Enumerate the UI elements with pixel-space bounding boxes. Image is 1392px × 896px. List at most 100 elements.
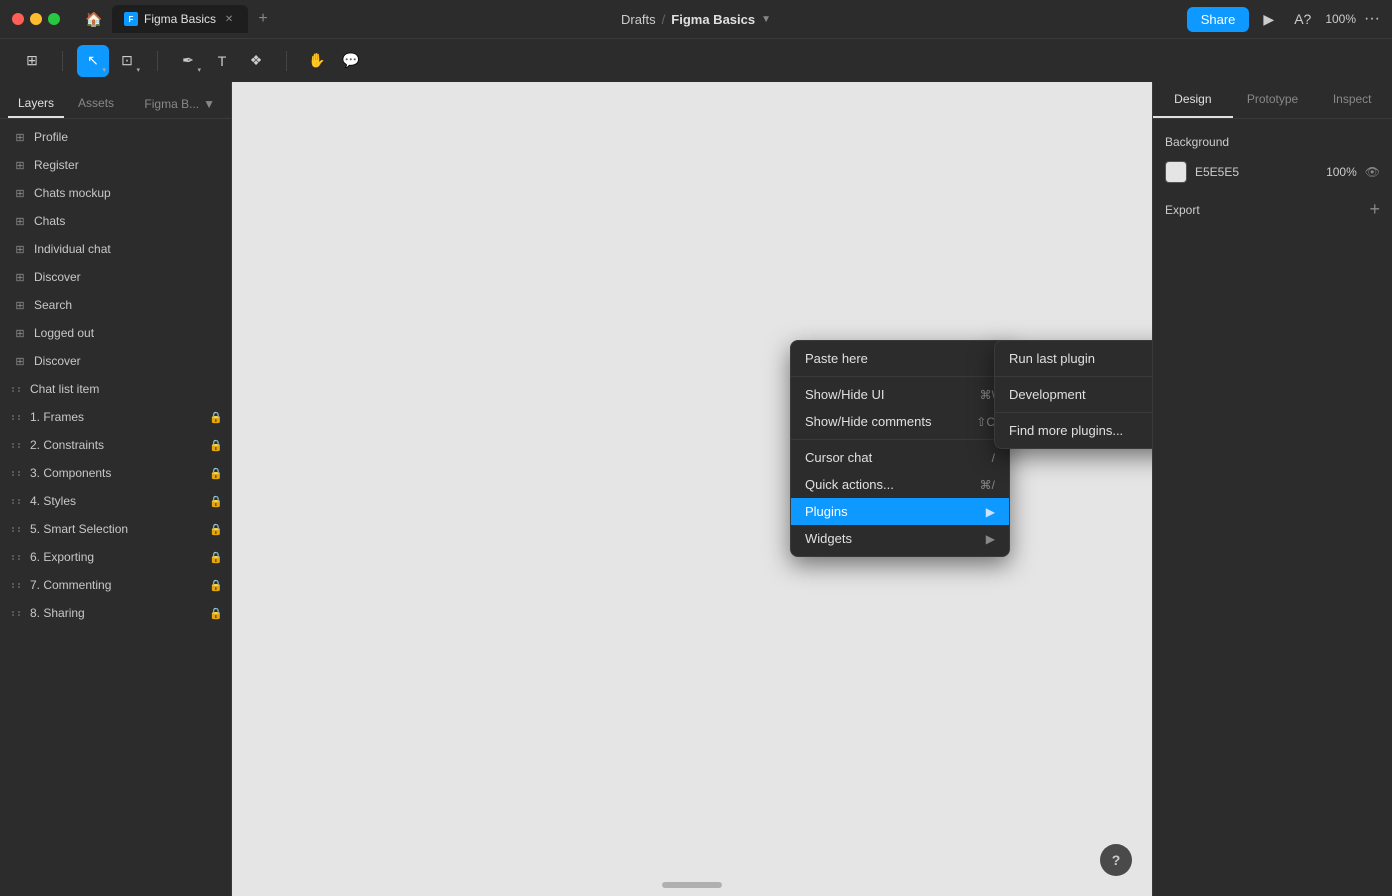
layer-item-register[interactable]: ⊞ Register [0, 151, 231, 179]
plugins-submenu: Run last plugin ⌥⌘P Development ▶ Find m… [994, 340, 1152, 449]
figma-tab-arrow: ▼ [203, 97, 215, 111]
breadcrumb-separator: / [662, 12, 666, 27]
home-button[interactable]: 🏠 [80, 8, 108, 30]
share-button[interactable]: Share [1187, 7, 1250, 32]
title-actions: Share ▶ A? 100% ··· [1187, 7, 1380, 32]
toolbar-divider-2 [157, 51, 158, 71]
new-tab-button[interactable]: + [252, 8, 274, 30]
layer-item-components[interactable]: 3. Components 🔒 [0, 459, 231, 487]
layer-name: 4. Styles [30, 494, 203, 508]
submenu-item-development[interactable]: Development ▶ [995, 381, 1152, 408]
background-color-value[interactable]: E5E5E5 [1195, 165, 1318, 179]
layer-name: 3. Components [30, 466, 203, 480]
run-last-plugin-label: Run last plugin [1009, 351, 1095, 366]
file-breadcrumb: Drafts / Figma Basics ▼ [621, 12, 771, 27]
pen-arrow-icon: ▾ [197, 66, 201, 74]
menu-item-quick-actions[interactable]: Quick actions... ⌘/ [791, 471, 1009, 498]
comment-icon: 💬 [342, 52, 359, 69]
dots-grid-icon [12, 443, 22, 448]
layer-item-search[interactable]: ⊞ Search [0, 291, 231, 319]
components-button[interactable]: ❖ [240, 45, 272, 77]
text-tool-button[interactable]: T [206, 45, 238, 77]
frame-icon: ⊞ [12, 241, 28, 257]
tool-group-view: ✋ 💬 [297, 45, 371, 77]
frame-icon: ⊞ [12, 325, 28, 341]
menu-item-cursor-chat[interactable]: Cursor chat / [791, 444, 1009, 471]
toolbar-divider-3 [286, 51, 287, 71]
layer-name: 2. Constraints [30, 438, 203, 452]
canvas[interactable]: Paste here Show/Hide UI ⌘\ Show/Hide com… [232, 82, 1152, 896]
layer-item-logged-out[interactable]: ⊞ Logged out [0, 319, 231, 347]
tab-design[interactable]: Design [1153, 82, 1233, 118]
layer-name: Logged out [34, 326, 223, 340]
quick-actions-label: Quick actions... [805, 477, 894, 492]
layer-item-profile[interactable]: ⊞ Profile [0, 123, 231, 151]
find-more-plugins-label: Find more plugins... [1009, 423, 1123, 438]
submenu-item-find-more[interactable]: Find more plugins... [995, 417, 1152, 444]
frame-icon: ⊞ [12, 353, 28, 369]
menu-item-show-hide-comments[interactable]: Show/Hide comments ⇧C [791, 408, 1009, 435]
right-panel-tabs: Design Prototype Inspect [1153, 82, 1392, 119]
tab-layers[interactable]: Layers [8, 90, 64, 118]
layer-item-frames[interactable]: 1. Frames 🔒 [0, 403, 231, 431]
menu-item-widgets[interactable]: Widgets ▶ [791, 525, 1009, 552]
present-button[interactable]: A? [1288, 7, 1317, 31]
hand-tool-button[interactable]: ✋ [301, 45, 333, 77]
minimize-button[interactable] [30, 13, 42, 25]
background-color-swatch[interactable] [1165, 161, 1187, 183]
more-options-button[interactable]: ··· [1364, 10, 1380, 28]
menu-item-show-hide-ui[interactable]: Show/Hide UI ⌘\ [791, 381, 1009, 408]
layer-item-discover-1[interactable]: ⊞ Discover [0, 263, 231, 291]
layer-item-discover-2[interactable]: ⊞ Discover [0, 347, 231, 375]
layer-name: 8. Sharing [30, 606, 203, 620]
layer-item-commenting[interactable]: 7. Commenting 🔒 [0, 571, 231, 599]
file-dropdown-icon[interactable]: ▼ [761, 14, 771, 25]
menu-item-plugins[interactable]: Plugins ▶ [791, 498, 1009, 525]
lock-icon: 🔒 [209, 551, 223, 564]
visibility-toggle-icon[interactable]: 👁 [1365, 165, 1380, 179]
menu-item-paste[interactable]: Paste here [791, 345, 1009, 372]
frame-icon: ⊞ [12, 269, 28, 285]
workspace-button[interactable]: ⊞ [16, 45, 48, 77]
active-tab[interactable]: F Figma Basics ✕ [112, 5, 248, 33]
zoom-level[interactable]: 100% [1325, 12, 1356, 26]
breadcrumb-drafts[interactable]: Drafts [621, 12, 656, 27]
help-button[interactable]: ? [1100, 844, 1132, 876]
move-tool-button[interactable]: ↖ ▾ [77, 45, 109, 77]
show-hide-comments-shortcut: ⇧C [976, 415, 995, 429]
tab-assets[interactable]: Assets [68, 90, 124, 118]
pen-tool-button[interactable]: ✒ ▾ [172, 45, 204, 77]
export-add-button[interactable]: + [1369, 199, 1380, 220]
layer-item-exporting[interactable]: 6. Exporting 🔒 [0, 543, 231, 571]
submenu-separator-2 [995, 412, 1152, 413]
tab-figma-dropdown[interactable]: Figma B... ▼ [136, 90, 223, 118]
tab-prototype[interactable]: Prototype [1233, 82, 1313, 118]
play-button[interactable]: ▶ [1257, 7, 1280, 32]
dots-grid-icon [12, 583, 22, 588]
layer-item-individual-chat[interactable]: ⊞ Individual chat [0, 235, 231, 263]
frame-tool-button[interactable]: ⊡ ▾ [111, 45, 143, 77]
submenu-item-run-last[interactable]: Run last plugin ⌥⌘P [995, 345, 1152, 372]
layer-item-chat-list[interactable]: Chat list item [0, 375, 231, 403]
background-opacity-value[interactable]: 100% [1326, 165, 1357, 179]
layer-item-chats-mockup[interactable]: ⊞ Chats mockup [0, 179, 231, 207]
move-icon: ↖ [87, 52, 99, 69]
layer-name: Chats [34, 214, 223, 228]
tab-close-button[interactable]: ✕ [222, 12, 236, 26]
cursor-chat-label: Cursor chat [805, 450, 872, 465]
comment-tool-button[interactable]: 💬 [335, 45, 367, 77]
layer-item-styles[interactable]: 4. Styles 🔒 [0, 487, 231, 515]
canvas-scrollbar[interactable] [662, 882, 722, 888]
tab-favicon: F [124, 12, 138, 26]
context-menu: Paste here Show/Hide UI ⌘\ Show/Hide com… [790, 340, 1010, 557]
pen-icon: ✒ [182, 52, 194, 69]
figma-tab-label: Figma B... [144, 97, 199, 111]
maximize-button[interactable] [48, 13, 60, 25]
layer-item-sharing[interactable]: 8. Sharing 🔒 [0, 599, 231, 627]
layer-item-chats[interactable]: ⊞ Chats [0, 207, 231, 235]
layer-item-smart-selection[interactable]: 5. Smart Selection 🔒 [0, 515, 231, 543]
close-button[interactable] [12, 13, 24, 25]
main-area: Layers Assets Figma B... ▼ ⊞ Profile ⊞ R… [0, 82, 1392, 896]
tab-inspect[interactable]: Inspect [1312, 82, 1392, 118]
layer-item-constraints[interactable]: 2. Constraints 🔒 [0, 431, 231, 459]
